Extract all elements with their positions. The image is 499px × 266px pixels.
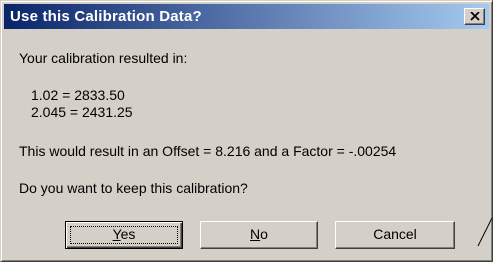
close-button[interactable] xyxy=(464,8,485,25)
no-button-label: No xyxy=(250,226,268,242)
diagonal-line xyxy=(477,217,493,247)
yes-button-label: Yes xyxy=(112,226,136,242)
question-text: Do you want to keep this calibration? xyxy=(19,180,248,196)
yes-button[interactable]: Yes xyxy=(65,221,183,249)
calibration-dialog: Use this Calibration Data? Your calibrat… xyxy=(0,0,493,262)
window-title: Use this Calibration Data? xyxy=(10,8,202,25)
intro-text: Your calibration resulted in: xyxy=(19,50,188,66)
title-bar[interactable]: Use this Calibration Data? xyxy=(4,4,489,29)
no-button[interactable]: No xyxy=(200,221,318,249)
cancel-button[interactable]: Cancel xyxy=(335,221,455,249)
calibration-line-2: 2.045 = 2431.25 xyxy=(31,104,133,120)
calibration-line-1: 1.02 = 2833.50 xyxy=(31,87,125,103)
cancel-button-label: Cancel xyxy=(373,226,417,242)
result-text: This would result in an Offset = 8.216 a… xyxy=(19,143,397,159)
close-icon xyxy=(470,12,480,21)
